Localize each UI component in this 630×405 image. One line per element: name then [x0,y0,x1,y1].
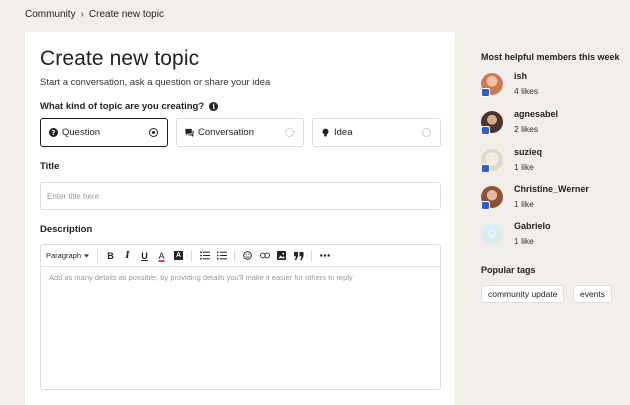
italic-button[interactable]: I [119,248,136,264]
topic-kind-conversation-label: Conversation [198,127,254,138]
topic-kind-label-text: What kind of topic are you creating? [40,101,205,112]
highlight-button[interactable]: A [170,248,187,264]
avatar [481,111,503,135]
avatar [481,73,503,97]
text-color-button[interactable]: A [153,248,170,264]
more-options-button[interactable] [316,248,333,264]
avatar [481,186,503,210]
verified-badge-icon [481,88,490,97]
sidebar: Most helpful members this week ish 4 lik… [481,52,626,303]
member-item[interactable]: ish 4 likes [481,70,538,98]
member-likes: 1 like [514,199,534,209]
numbered-list-icon [216,251,227,260]
avatar: G [481,223,503,245]
member-name[interactable]: agnesabel [514,108,558,121]
member-item[interactable]: suzieq 1 like [481,146,542,174]
highlight-button-glyph: A [174,251,184,260]
link-button[interactable] [256,248,273,264]
bulleted-list-icon [199,251,210,260]
radio-unselected-icon[interactable] [422,128,431,137]
page-title: Create new topic [40,47,200,70]
page-subtitle: Start a conversation, ask a question or … [40,77,271,88]
underline-button[interactable]: U [136,248,153,264]
lightbulb-icon [320,128,330,138]
create-topic-card: Create new topic Start a conversation, a… [25,32,455,405]
toolbar-divider [97,249,99,262]
chat-icon [184,128,194,138]
tag-community-update[interactable]: community update [481,285,565,303]
emoji-icon [243,251,252,260]
more-horizontal-icon [319,254,330,257]
bulleted-list-button[interactable] [196,248,213,264]
topic-kind-question-label: Question [62,127,101,138]
paragraph-dropdown-label: Paragraph [46,251,82,260]
member-likes: 2 likes [514,124,539,134]
breadcrumb: Community › Create new topic [25,9,164,20]
member-likes: 1 like [514,162,534,172]
member-likes: 1 like [514,236,534,246]
topic-kind-conversation[interactable]: Conversation [176,118,304,147]
image-button[interactable] [273,248,290,264]
member-item[interactable]: Christine_Werner 1 like [481,183,589,211]
bold-button[interactable]: B [102,248,119,264]
info-icon[interactable]: i [209,102,219,111]
quote-button[interactable] [290,248,307,264]
member-name[interactable]: Christine_Werner [514,183,589,196]
paragraph-dropdown[interactable]: Paragraph [46,251,93,260]
topic-kind-label: What kind of topic are you creating? i [40,101,219,112]
avatar [481,149,503,173]
question-icon: ? [48,128,58,138]
verified-badge-icon [481,126,490,135]
emoji-button[interactable] [239,248,256,264]
description-label: Description [40,224,93,235]
svg-text:?: ? [51,129,55,137]
tag-events[interactable]: events [573,285,613,303]
title-label: Title [40,161,60,172]
breadcrumb-current: Create new topic [88,9,164,20]
image-icon [277,251,287,260]
member-name[interactable]: Gabrielo [514,220,551,233]
description-editor: Paragraph B I U A A Add as many details … [40,244,441,390]
topic-kind-idea-label: Idea [334,127,353,138]
numbered-list-button[interactable] [213,248,230,264]
most-helpful-heading: Most helpful members this week [481,52,620,62]
editor-toolbar: Paragraph B I U A A [41,245,440,267]
title-input[interactable] [40,182,441,210]
caret-down-icon [84,253,90,258]
link-icon [259,252,270,259]
member-name[interactable]: ish [514,70,538,83]
member-likes: 4 likes [514,86,539,96]
verified-badge-icon [481,201,490,210]
member-item[interactable]: agnesabel 2 likes [481,108,558,136]
toolbar-divider [191,249,193,262]
radio-unselected-icon[interactable] [285,128,294,137]
toolbar-divider [234,249,236,262]
popular-tags-heading: Popular tags [481,265,536,275]
member-name[interactable]: suzieq [514,146,542,159]
topic-kind-question[interactable]: ? Question [40,118,168,147]
quote-icon [293,251,304,260]
verified-badge-icon [481,164,490,173]
radio-selected-icon[interactable] [149,128,158,137]
member-item[interactable]: G Gabrielo 1 like [481,220,551,248]
description-textarea[interactable]: Add as many details as possible, by prov… [41,267,440,288]
chevron-right-icon: › [80,9,84,20]
breadcrumb-community-link[interactable]: Community [25,9,76,20]
topic-kind-idea[interactable]: Idea [312,118,441,147]
toolbar-divider [311,249,313,262]
